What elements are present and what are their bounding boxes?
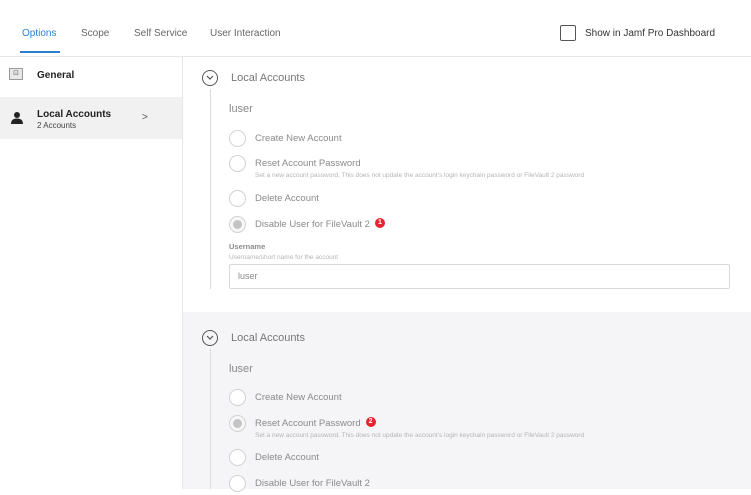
tab-scope[interactable]: Scope [81,28,109,39]
option-label: Create New Account [255,133,342,144]
sidebar-item-local-accounts[interactable]: Local Accounts 2 Accounts > [0,97,182,139]
radio-button[interactable] [229,155,246,172]
tab-bar: Options Scope Self Service User Interact… [0,0,751,57]
radio-button[interactable] [229,475,246,492]
option-label: Delete Account [255,452,319,463]
user-icon [11,112,23,124]
account-name: luser [229,103,253,115]
option-label: Create New Account [255,392,342,403]
section-divider [210,89,211,289]
general-payload-icon: ⊡ [9,68,23,80]
username-input[interactable]: luser [229,264,730,289]
tab-options[interactable]: Options [22,28,56,39]
option-label: Reset Account Password [255,158,361,169]
chevron-down-icon [206,335,214,340]
account-name: luser [229,363,253,375]
chevron-down-icon [206,75,214,80]
sidebar-item-subtitle: 2 Accounts [37,121,77,130]
username-label: Username [229,242,266,251]
local-accounts-section: Local Accounts luser Create New Account … [183,312,751,492]
dashboard-label: Show in Jamf Pro Dashboard [585,27,716,39]
error-badge: 1 [374,218,385,229]
option-description: Set a new account password. This does no… [255,172,585,179]
radio-button[interactable] [229,190,246,207]
sidebar-item-title: Local Accounts [37,109,112,120]
radio-button[interactable] [229,449,246,466]
option-description: Set a new account password. This does no… [255,432,585,439]
sidebar-item-title: General [37,70,75,81]
option-label: Disable User for FileVault 2 1 [255,218,385,230]
section-title: Local Accounts [231,332,305,344]
chevron-right-icon: > [142,112,148,123]
username-hint: Username/short name for the account [229,254,339,261]
tab-self-service[interactable]: Self Service [134,28,187,39]
radio-button-selected[interactable] [229,415,246,432]
option-label: Reset Account Password 2 [255,417,376,429]
radio-button[interactable] [229,130,246,147]
error-badge: 2 [365,417,376,428]
section-title: Local Accounts [231,72,305,84]
radio-button[interactable] [229,389,246,406]
main-content: Local Accounts luser Create New Account … [183,57,751,492]
collapse-section-button[interactable] [202,70,218,86]
option-label-text: Disable User for FileVault 2 [255,219,370,230]
dashboard-toggle[interactable]: Show in Jamf Pro Dashboard [560,24,715,42]
option-label: Delete Account [255,193,319,204]
collapse-section-button[interactable] [202,330,218,346]
payload-sidebar: ⊡ General Local Accounts 2 Accounts > [0,57,183,489]
section-divider [210,349,211,489]
radio-button-selected[interactable] [229,216,246,233]
tab-user-interaction[interactable]: User Interaction [210,28,281,39]
dashboard-checkbox[interactable] [560,25,576,41]
local-accounts-section: Local Accounts luser Create New Account … [183,57,751,312]
option-label: Disable User for FileVault 2 [255,478,370,489]
active-tab-indicator [20,51,60,53]
sidebar-item-general[interactable]: ⊡ General [0,57,182,95]
option-label-text: Reset Account Password [255,418,361,429]
